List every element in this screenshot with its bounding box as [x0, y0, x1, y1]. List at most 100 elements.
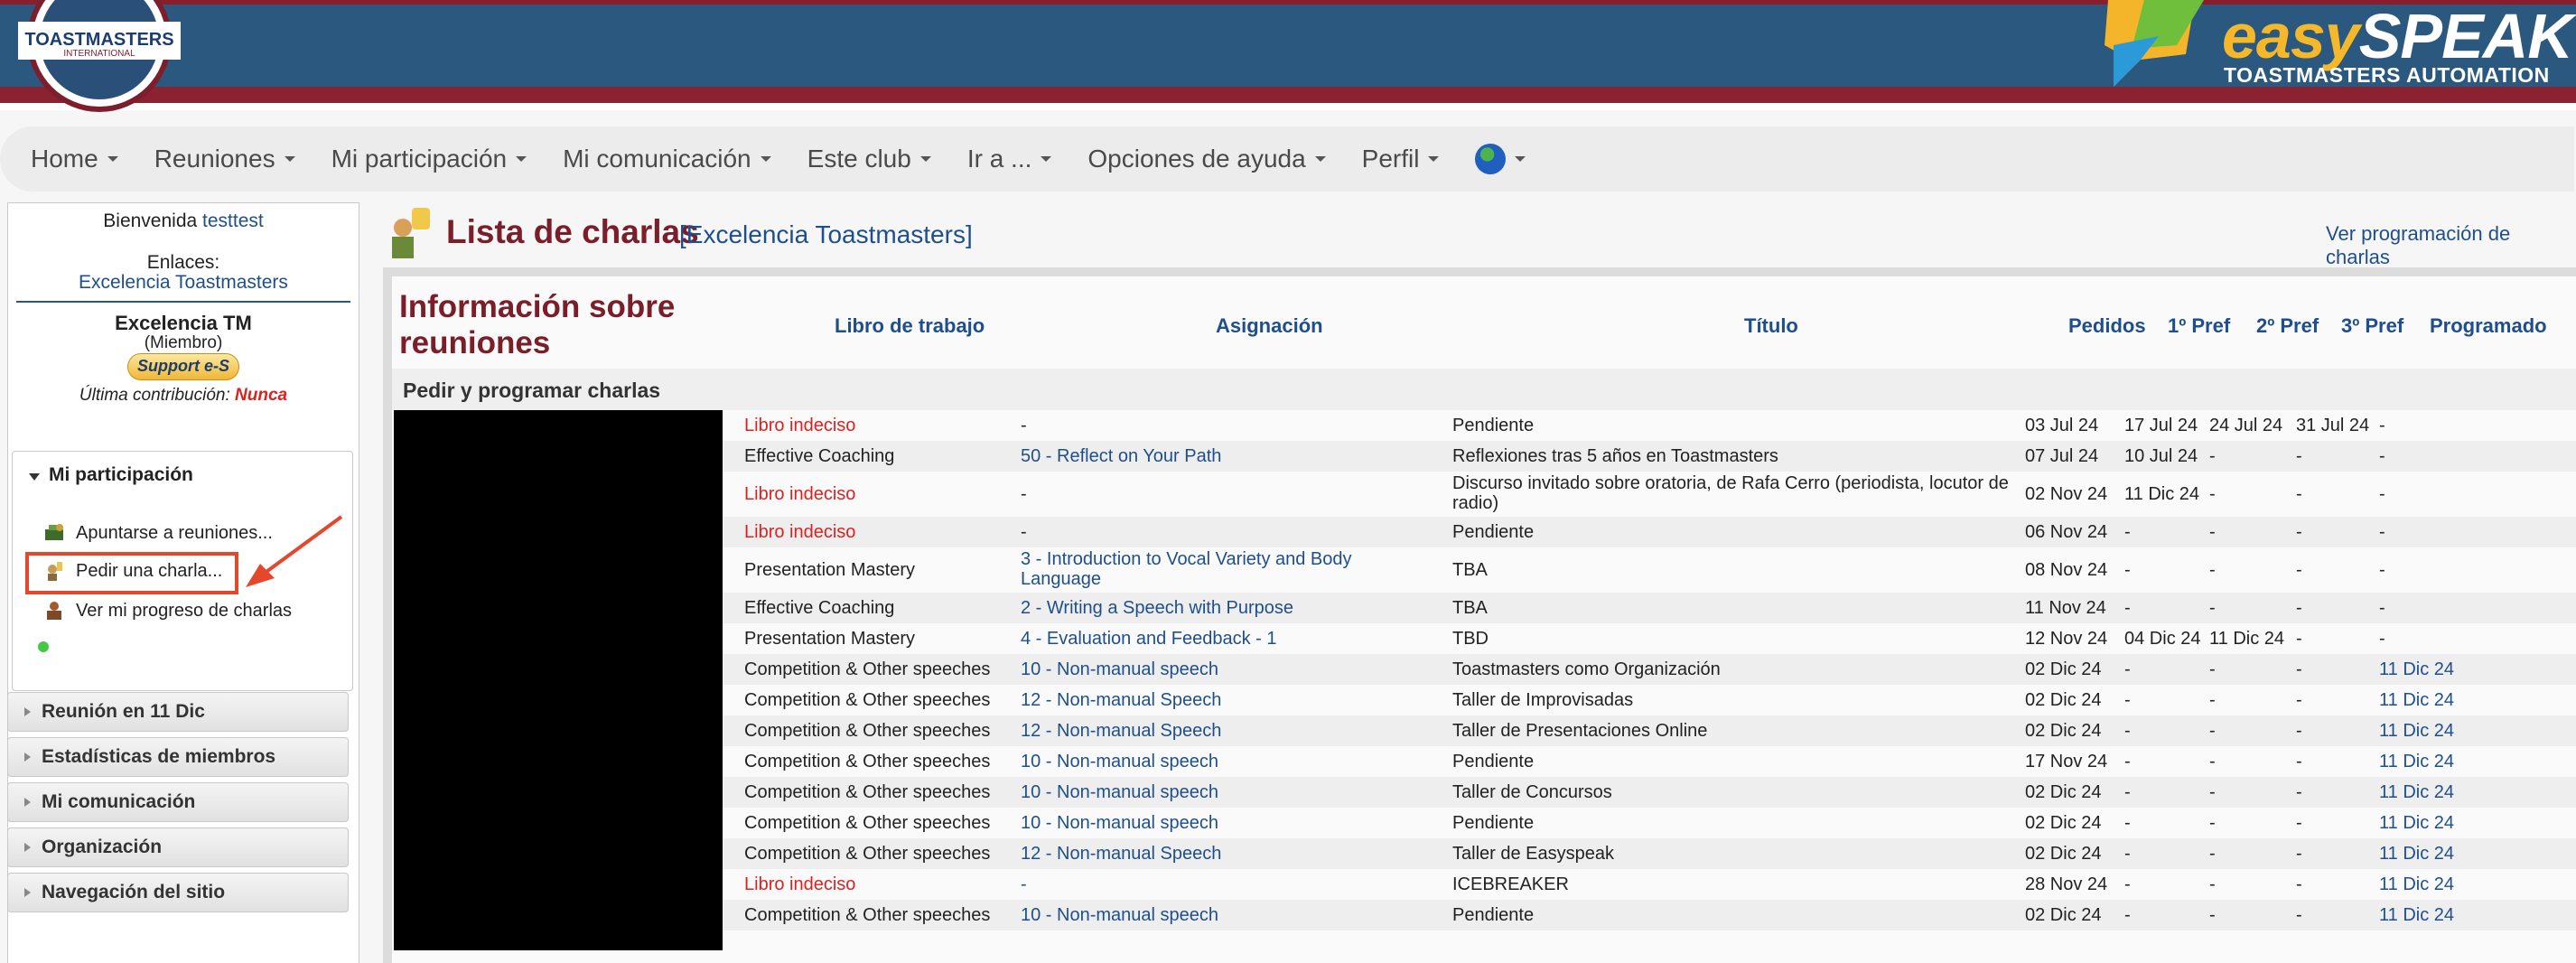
cell-assign[interactable]: 12 - Non-manual Speech [1021, 721, 1418, 741]
cell-sched[interactable]: 11 Dic 24 [2379, 844, 2454, 864]
page-club-link[interactable]: [Excelencia Toastmasters] [679, 220, 973, 249]
col-header-pref1: 1º Pref [2168, 314, 2231, 337]
cell-p2: - [2209, 813, 2216, 833]
member-role: (Miembro) [144, 333, 223, 352]
cell-book[interactable]: Libro indeciso [744, 522, 855, 542]
cell-sched[interactable]: 11 Dic 24 [2379, 659, 2454, 679]
cell-p3: - [2296, 752, 2302, 771]
cell-book[interactable]: Libro indeciso [744, 484, 855, 504]
cell-p2: - [2209, 522, 2216, 542]
links-label: Enlaces: [146, 252, 220, 273]
nav-mi-comunicacion[interactable]: Mi comunicación [563, 145, 771, 173]
club-link[interactable]: Excelencia Toastmasters [8, 272, 359, 294]
toastmasters-logo[interactable]: TOASTMASTERS INTERNATIONAL [18, 0, 181, 114]
nav-home-label: Home [31, 145, 98, 173]
triangle-right-icon [24, 798, 31, 807]
triangle-right-icon [24, 707, 31, 716]
cell-assign: - [1021, 522, 1027, 542]
cell-assign[interactable]: 10 - Non-manual speech [1021, 905, 1418, 925]
caret-down-icon [1515, 156, 1526, 162]
ver-programacion-link[interactable]: Ver programación de charlas [2326, 222, 2576, 269]
cell-assign[interactable]: 4 - Evaluation and Feedback - 1 [1021, 629, 1418, 649]
cell-p3: - [2296, 905, 2302, 925]
nav-este-club[interactable]: Este club [807, 145, 931, 173]
nav-opciones-ayuda[interactable]: Opciones de ayuda [1087, 145, 1326, 173]
caret-down-icon [107, 156, 118, 162]
cell-p1: - [2124, 659, 2131, 679]
cell-req: 08 Nov 24 [2025, 560, 2108, 580]
cell-assign[interactable]: 2 - Writing a Speech with Purpose [1021, 598, 1418, 618]
cell-assign[interactable]: 50 - Reflect on Your Path [1021, 446, 1418, 466]
cell-assign[interactable]: 10 - Non-manual speech [1021, 782, 1418, 802]
cell-sched[interactable]: 11 Dic 24 [2379, 813, 2454, 833]
accordion-organizacion[interactable]: Organización [7, 827, 349, 867]
cell-book[interactable]: Libro indeciso [744, 416, 855, 435]
cell-p3: - [2296, 844, 2302, 864]
cell-sched[interactable]: 11 Dic 24 [2379, 782, 2454, 802]
support-wrap: Support e-S [8, 353, 359, 380]
annotation-arrow-icon [246, 515, 343, 587]
nav-language[interactable] [1475, 144, 1526, 174]
cell-assign[interactable]: 12 - Non-manual Speech [1021, 844, 1418, 864]
progress-speaker-icon [47, 602, 61, 620]
nav-ir-a-label: Ir a ... [966, 145, 1032, 173]
site-header: TOASTMASTERS INTERNATIONAL easySPEAK TOA… [0, 0, 2576, 112]
cell-sched[interactable]: 11 Dic 24 [2379, 905, 2454, 925]
cell-assign[interactable]: 3 - Introduction to Vocal Variety and Bo… [1021, 549, 1418, 589]
apuntarse-reuniones-link[interactable]: Apuntarse a reuniones... [43, 522, 273, 544]
accordion-estadisticas[interactable]: Estadísticas de miembros [7, 737, 349, 777]
username-link[interactable]: testtest [202, 210, 264, 231]
nav-mi-participacion[interactable]: Mi participación [331, 145, 527, 173]
ver-progreso-link[interactable]: Ver mi progreso de charlas [43, 600, 292, 622]
cell-book[interactable]: Libro indeciso [744, 874, 855, 894]
accordion-navegacion[interactable]: Navegación del sitio [7, 873, 349, 912]
cell-title: Toastmasters como Organización [1452, 659, 1721, 679]
cell-sched[interactable]: 11 Dic 24 [2379, 752, 2454, 771]
caret-down-icon [516, 156, 527, 162]
cell-book: Presentation Mastery [744, 560, 915, 580]
cell-p3: - [2296, 522, 2302, 542]
cell-assign[interactable]: 10 - Non-manual speech [1021, 813, 1418, 833]
cell-book: Competition & Other speeches [744, 782, 991, 802]
cell-p2: - [2209, 598, 2216, 618]
nav-perfil[interactable]: Perfil [1362, 145, 1440, 173]
cell-book: Competition & Other speeches [744, 905, 991, 925]
table-row: Competition & Other speeches 10 - Non-man… [723, 777, 2576, 808]
redacted-block [394, 410, 723, 950]
cell-assign[interactable]: 10 - Non-manual speech [1021, 659, 1418, 679]
cell-req: 06 Nov 24 [2025, 522, 2108, 542]
panel-header[interactable]: Mi participación [29, 464, 193, 486]
last-contribution-label: Última contribución: [79, 386, 230, 405]
support-easyspeak-button[interactable]: Support e-S [127, 353, 239, 380]
cell-sched: - [2379, 598, 2385, 618]
cell-title: Discurso invitado sobre oratoria, de Raf… [1452, 473, 2009, 513]
cell-sched[interactable]: 11 Dic 24 [2379, 690, 2454, 710]
cell-p2: - [2209, 721, 2216, 741]
sidebar-divider [16, 301, 350, 303]
cell-sched[interactable]: 11 Dic 24 [2379, 721, 2454, 741]
table-row: Competition & Other speeches 12 - Non-man… [723, 715, 2576, 746]
cell-assign[interactable]: 10 - Non-manual speech [1021, 752, 1418, 771]
nav-este-club-label: Este club [807, 145, 911, 173]
col-header-scheduled: Programado [2430, 314, 2547, 337]
cell-title: Taller de Presentaciones Online [1452, 721, 1708, 741]
nav-home[interactable]: Home [31, 145, 118, 173]
cell-assign[interactable]: 12 - Non-manual Speech [1021, 690, 1418, 710]
cell-p2: - [2209, 560, 2216, 580]
cell-p1: - [2124, 690, 2131, 710]
cell-sched[interactable]: 11 Dic 24 [2379, 874, 2454, 894]
caret-down-icon [1428, 156, 1440, 162]
cell-p2: - [2209, 484, 2216, 504]
nav-ir-a[interactable]: Ir a ... [967, 145, 1052, 173]
nav-perfil-label: Perfil [1361, 145, 1420, 173]
accordion-comunicacion[interactable]: Mi comunicación [7, 782, 349, 822]
cell-req: 02 Dic 24 [2025, 659, 2102, 679]
welcome-line: Bienvenida testtest [8, 210, 359, 232]
cell-sched: - [2379, 629, 2385, 649]
table-row: Effective Coaching 50 - Reflect on Your P… [723, 441, 2576, 472]
cell-req: 02 Dic 24 [2025, 905, 2102, 925]
cell-req: 07 Jul 24 [2025, 446, 2099, 466]
accordion-navegacion-label: Navegación del sitio [42, 882, 226, 902]
nav-reuniones[interactable]: Reuniones [154, 145, 295, 173]
accordion-reunion[interactable]: Reunión en 11 Dic [7, 692, 349, 732]
